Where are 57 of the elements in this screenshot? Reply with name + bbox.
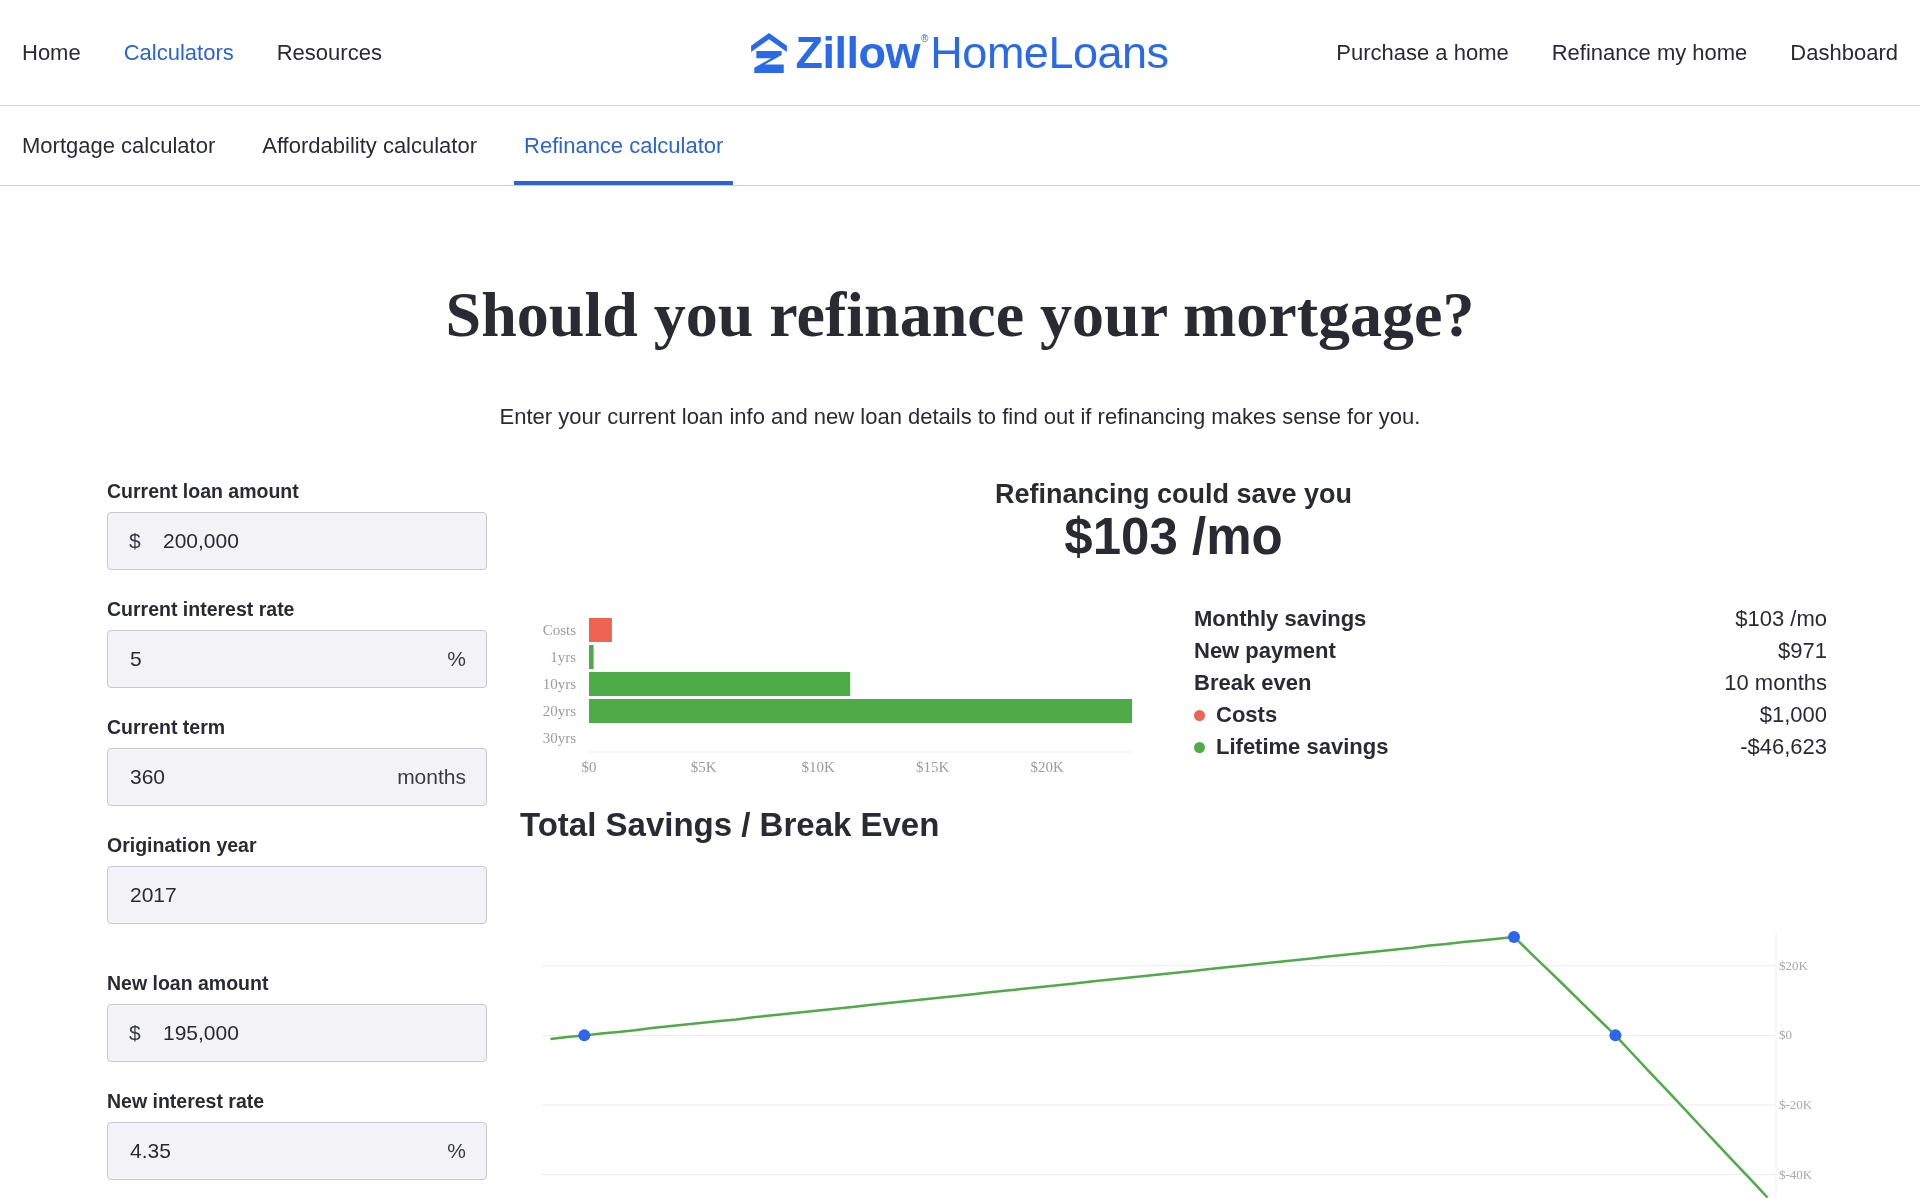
- unit-label: months: [397, 765, 466, 789]
- nav-link[interactable]: Home: [22, 39, 81, 66]
- nav-link[interactable]: Calculators: [123, 39, 234, 66]
- summary-value: 10 months: [1724, 670, 1827, 696]
- nav-link[interactable]: Dashboard: [1790, 39, 1898, 66]
- nav-link[interactable]: Purchase a home: [1336, 39, 1509, 66]
- calculator-tab[interactable]: Refinance calculator: [514, 106, 734, 185]
- calculator-tab[interactable]: Affordability calculator: [252, 106, 488, 185]
- axis-label: $-20K: [1779, 1096, 1813, 1112]
- summary-value: -$46,623: [1740, 734, 1827, 760]
- marker-icon: [1609, 1029, 1622, 1042]
- axis-label: Costs: [542, 622, 576, 638]
- unit-label: %: [447, 647, 466, 671]
- axis-label: $20K: [1030, 759, 1064, 775]
- savings-amount: $103 /mo: [1064, 509, 1284, 565]
- axis-label: $20K: [1779, 957, 1808, 973]
- unit-label: %: [447, 1139, 466, 1163]
- field-label: Current term: [107, 715, 226, 739]
- summary-label: Lifetime savings: [1216, 734, 1389, 760]
- summary-value: $971: [1778, 638, 1827, 664]
- summary-label: Break even: [1194, 670, 1312, 696]
- axis-label: 1yrs: [550, 649, 576, 665]
- intro-text: Enter your current loan info and new loan details to find out if refinancing makes sense for you.: [498, 403, 1422, 431]
- unit-label: $: [129, 1021, 141, 1045]
- field-label: Current interest rate: [107, 597, 295, 621]
- axis-label: $5K: [690, 759, 717, 775]
- chart-bar: [589, 618, 612, 642]
- home-loans-logo[interactable]: Zillow$^{®}$HomeLoans: [751, 30, 1169, 75]
- chart-title: Total Savings / Break Even: [520, 805, 941, 845]
- house-icon: [751, 32, 788, 73]
- axis-label: 10yrs: [542, 676, 576, 692]
- marker-icon: [1508, 930, 1520, 943]
- field-label: New interest rate: [107, 1089, 265, 1113]
- summary-label: Monthly savings: [1194, 606, 1367, 632]
- chart-bar: [589, 645, 594, 669]
- axis-label: 20yrs: [542, 703, 576, 719]
- axis-label: $0: [581, 759, 597, 775]
- summary-label: New payment: [1194, 638, 1336, 664]
- field-label: Origination year: [107, 833, 257, 857]
- field-label: Current loan amount: [107, 479, 299, 503]
- axis-label: $-40K: [1779, 1166, 1813, 1182]
- field-label: New loan amount: [107, 971, 269, 995]
- marker-icon: [578, 1029, 591, 1042]
- axis-label: 30yrs: [542, 730, 576, 746]
- nav-link[interactable]: Resources: [276, 39, 382, 66]
- axis-label: $15K: [916, 759, 950, 775]
- input-field[interactable]: 2017: [107, 866, 487, 924]
- page-title: Should you refinance your mortgage?: [444, 278, 1476, 352]
- axis-label: $0: [1779, 1027, 1792, 1043]
- axis-label: $10K: [801, 759, 835, 775]
- calculator-tab[interactable]: Mortgage calculator: [12, 106, 226, 185]
- nav-link[interactable]: Refinance my home: [1551, 39, 1748, 66]
- summary-value: $1,000: [1759, 702, 1827, 728]
- unit-label: $: [129, 529, 141, 553]
- savings-headline: Refinancing could save you: [993, 479, 1354, 509]
- summary-value: $103 /mo: [1735, 606, 1827, 632]
- summary-label: Costs: [1216, 702, 1278, 728]
